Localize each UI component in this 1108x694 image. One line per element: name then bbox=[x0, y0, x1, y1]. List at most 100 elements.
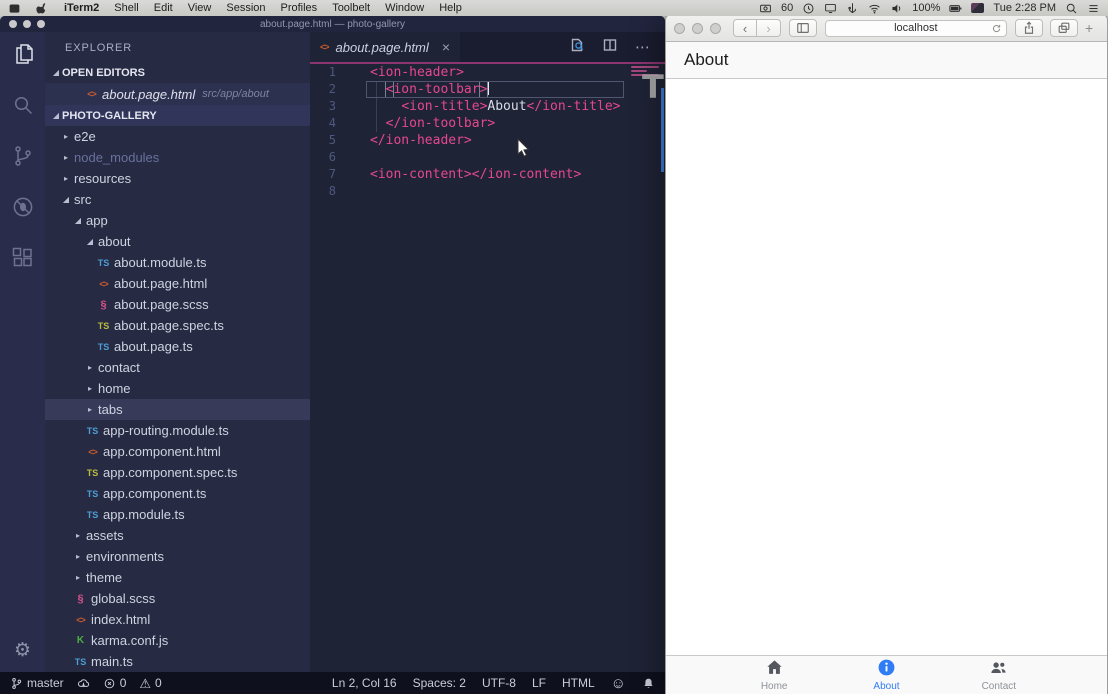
overview-ruler[interactable] bbox=[661, 88, 664, 172]
refresh-icon[interactable] bbox=[991, 23, 1002, 34]
code-line-4[interactable]: 4 </ion-toolbar> bbox=[310, 115, 627, 132]
tree-item-environments[interactable]: ▸environments bbox=[45, 546, 310, 567]
app-status-icon[interactable] bbox=[971, 3, 984, 13]
minimize-window-icon[interactable] bbox=[23, 20, 31, 28]
screen-recorder-icon[interactable] bbox=[759, 2, 772, 15]
code-line-7[interactable]: 7<ion-content></ion-content> bbox=[310, 166, 627, 183]
menu-item-view[interactable]: View bbox=[188, 2, 212, 14]
tree-item-node-modules[interactable]: ▸node_modules bbox=[45, 147, 310, 168]
tree-item-karma-conf-js[interactable]: Kkarma.conf.js bbox=[45, 630, 310, 651]
errors-indicator[interactable]: 0 bbox=[103, 676, 127, 690]
menubar-clock[interactable]: Tue 2:28 PM bbox=[993, 2, 1056, 14]
tree-item-about[interactable]: ◢about bbox=[45, 231, 310, 252]
open-editors-section[interactable]: ◢ OPEN EDITORS bbox=[45, 62, 310, 83]
usb-icon[interactable] bbox=[846, 2, 859, 15]
warnings-indicator[interactable]: ⚠ 0 bbox=[139, 676, 161, 690]
sync-button[interactable] bbox=[77, 677, 90, 690]
tree-item-app-component-ts[interactable]: TSapp.component.ts bbox=[45, 483, 310, 504]
code-line-3[interactable]: 3 <ion-title>About</ion-title> bbox=[310, 98, 627, 115]
back-button[interactable]: ‹ bbox=[733, 19, 757, 37]
editor-tab-about-page-html[interactable]: <> about.page.html × bbox=[310, 32, 460, 62]
tree-item-e2e[interactable]: ▸e2e bbox=[45, 126, 310, 147]
search-icon[interactable] bbox=[11, 93, 35, 117]
tree-item-app[interactable]: ◢app bbox=[45, 210, 310, 231]
tree-item-assets[interactable]: ▸assets bbox=[45, 525, 310, 546]
zoom-window-icon[interactable] bbox=[37, 20, 45, 28]
code-line-8[interactable]: 8 bbox=[310, 183, 627, 200]
menu-item-profiles[interactable]: Profiles bbox=[281, 2, 318, 14]
tree-item-main-ts[interactable]: TSmain.ts bbox=[45, 651, 310, 672]
tree-item-index-html[interactable]: <>index.html bbox=[45, 609, 310, 630]
wifi-icon[interactable] bbox=[868, 2, 881, 15]
menu-app-name[interactable]: iTerm2 bbox=[64, 2, 99, 14]
forward-button[interactable]: › bbox=[757, 19, 781, 37]
tree-item-src[interactable]: ◢src bbox=[45, 189, 310, 210]
tree-item-resources[interactable]: ▸resources bbox=[45, 168, 310, 189]
feedback-smiley-icon[interactable]: ☺ bbox=[611, 676, 626, 691]
more-actions-icon[interactable]: ⋯ bbox=[635, 38, 651, 56]
menu-item-window[interactable]: Window bbox=[385, 2, 424, 14]
notification-center-icon[interactable] bbox=[1087, 2, 1100, 15]
split-editor-icon[interactable] bbox=[602, 37, 618, 58]
close-window-icon[interactable] bbox=[674, 23, 685, 34]
tab-contact[interactable]: Contact bbox=[943, 656, 1055, 694]
volume-icon[interactable] bbox=[890, 2, 903, 15]
tree-item-app-module-ts[interactable]: TSapp.module.ts bbox=[45, 504, 310, 525]
minimize-window-icon[interactable] bbox=[692, 23, 703, 34]
window-controls[interactable] bbox=[9, 20, 45, 28]
menu-item-toolbelt[interactable]: Toolbelt bbox=[332, 2, 370, 14]
encoding[interactable]: UTF-8 bbox=[482, 676, 516, 690]
tree-item-about-page-spec-ts[interactable]: TSabout.page.spec.ts bbox=[45, 315, 310, 336]
spotlight-search-icon[interactable] bbox=[1065, 2, 1078, 15]
indent-setting[interactable]: Spaces: 2 bbox=[413, 676, 466, 690]
tree-item-about-module-ts[interactable]: TSabout.module.ts bbox=[45, 252, 310, 273]
explorer-icon[interactable] bbox=[11, 42, 35, 66]
eol-setting[interactable]: LF bbox=[532, 676, 546, 690]
sidebar-toggle-button[interactable] bbox=[789, 19, 817, 37]
tree-item-global-scss[interactable]: §global.scss bbox=[45, 588, 310, 609]
zoom-window-icon[interactable] bbox=[710, 23, 721, 34]
tree-item-app-routing-module-ts[interactable]: TSapp-routing.module.ts bbox=[45, 420, 310, 441]
code-line-1[interactable]: 1<ion-header> bbox=[310, 64, 627, 81]
menu-item-session[interactable]: Session bbox=[226, 2, 265, 14]
settings-gear-icon[interactable]: ⚙ bbox=[11, 638, 35, 662]
tab-home[interactable]: Home bbox=[718, 656, 830, 694]
tree-item-theme[interactable]: ▸theme bbox=[45, 567, 310, 588]
code-line-2[interactable]: 2 <ion-toolbar> bbox=[310, 81, 627, 98]
language-mode[interactable]: HTML bbox=[562, 676, 595, 690]
battery-icon[interactable] bbox=[949, 2, 962, 15]
menu-item-help[interactable]: Help bbox=[439, 2, 462, 14]
open-editor-item[interactable]: <> about.page.html src/app/about bbox=[45, 83, 310, 105]
tabs-overview-button[interactable] bbox=[1050, 19, 1078, 37]
tree-item-about-page-scss[interactable]: §about.page.scss bbox=[45, 294, 310, 315]
safari-window-controls[interactable] bbox=[674, 23, 721, 34]
debug-icon[interactable] bbox=[11, 195, 35, 219]
new-tab-button[interactable]: + bbox=[1085, 20, 1099, 36]
cursor-position[interactable]: Ln 2, Col 16 bbox=[332, 676, 397, 690]
apple-menu-icon[interactable] bbox=[36, 2, 49, 15]
menu-item-shell[interactable]: Shell bbox=[114, 2, 138, 14]
tree-item-about-page-ts[interactable]: TSabout.page.ts bbox=[45, 336, 310, 357]
tree-item-contact[interactable]: ▸contact bbox=[45, 357, 310, 378]
notifications-bell-icon[interactable] bbox=[642, 677, 655, 690]
project-section[interactable]: ◢ PHOTO-GALLERY bbox=[45, 105, 310, 126]
vscode-titlebar[interactable]: about.page.html — photo-gallery bbox=[0, 16, 665, 32]
minimap[interactable] bbox=[627, 64, 665, 672]
open-preview-icon[interactable] bbox=[569, 37, 585, 58]
display-icon[interactable] bbox=[824, 2, 837, 15]
tree-item-app-component-html[interactable]: <>app.component.html bbox=[45, 441, 310, 462]
tree-item-home[interactable]: ▸home bbox=[45, 378, 310, 399]
clock-icon[interactable] bbox=[802, 2, 815, 15]
tree-item-tabs[interactable]: ▸tabs bbox=[45, 399, 310, 420]
menu-item-edit[interactable]: Edit bbox=[154, 2, 173, 14]
share-button[interactable] bbox=[1015, 19, 1043, 37]
source-control-icon[interactable] bbox=[11, 144, 35, 168]
tree-item-app-component-spec-ts[interactable]: TSapp.component.spec.ts bbox=[45, 462, 310, 483]
code-line-6[interactable]: 6 bbox=[310, 149, 627, 166]
close-window-icon[interactable] bbox=[9, 20, 17, 28]
tree-item-about-page-html[interactable]: <>about.page.html bbox=[45, 273, 310, 294]
editor-code[interactable]: 1<ion-header>2 <ion-toolbar>3 <ion-title… bbox=[310, 64, 627, 200]
address-bar[interactable]: localhost bbox=[825, 20, 1007, 37]
extensions-icon[interactable] bbox=[11, 246, 35, 270]
git-branch-indicator[interactable]: master bbox=[10, 676, 64, 690]
